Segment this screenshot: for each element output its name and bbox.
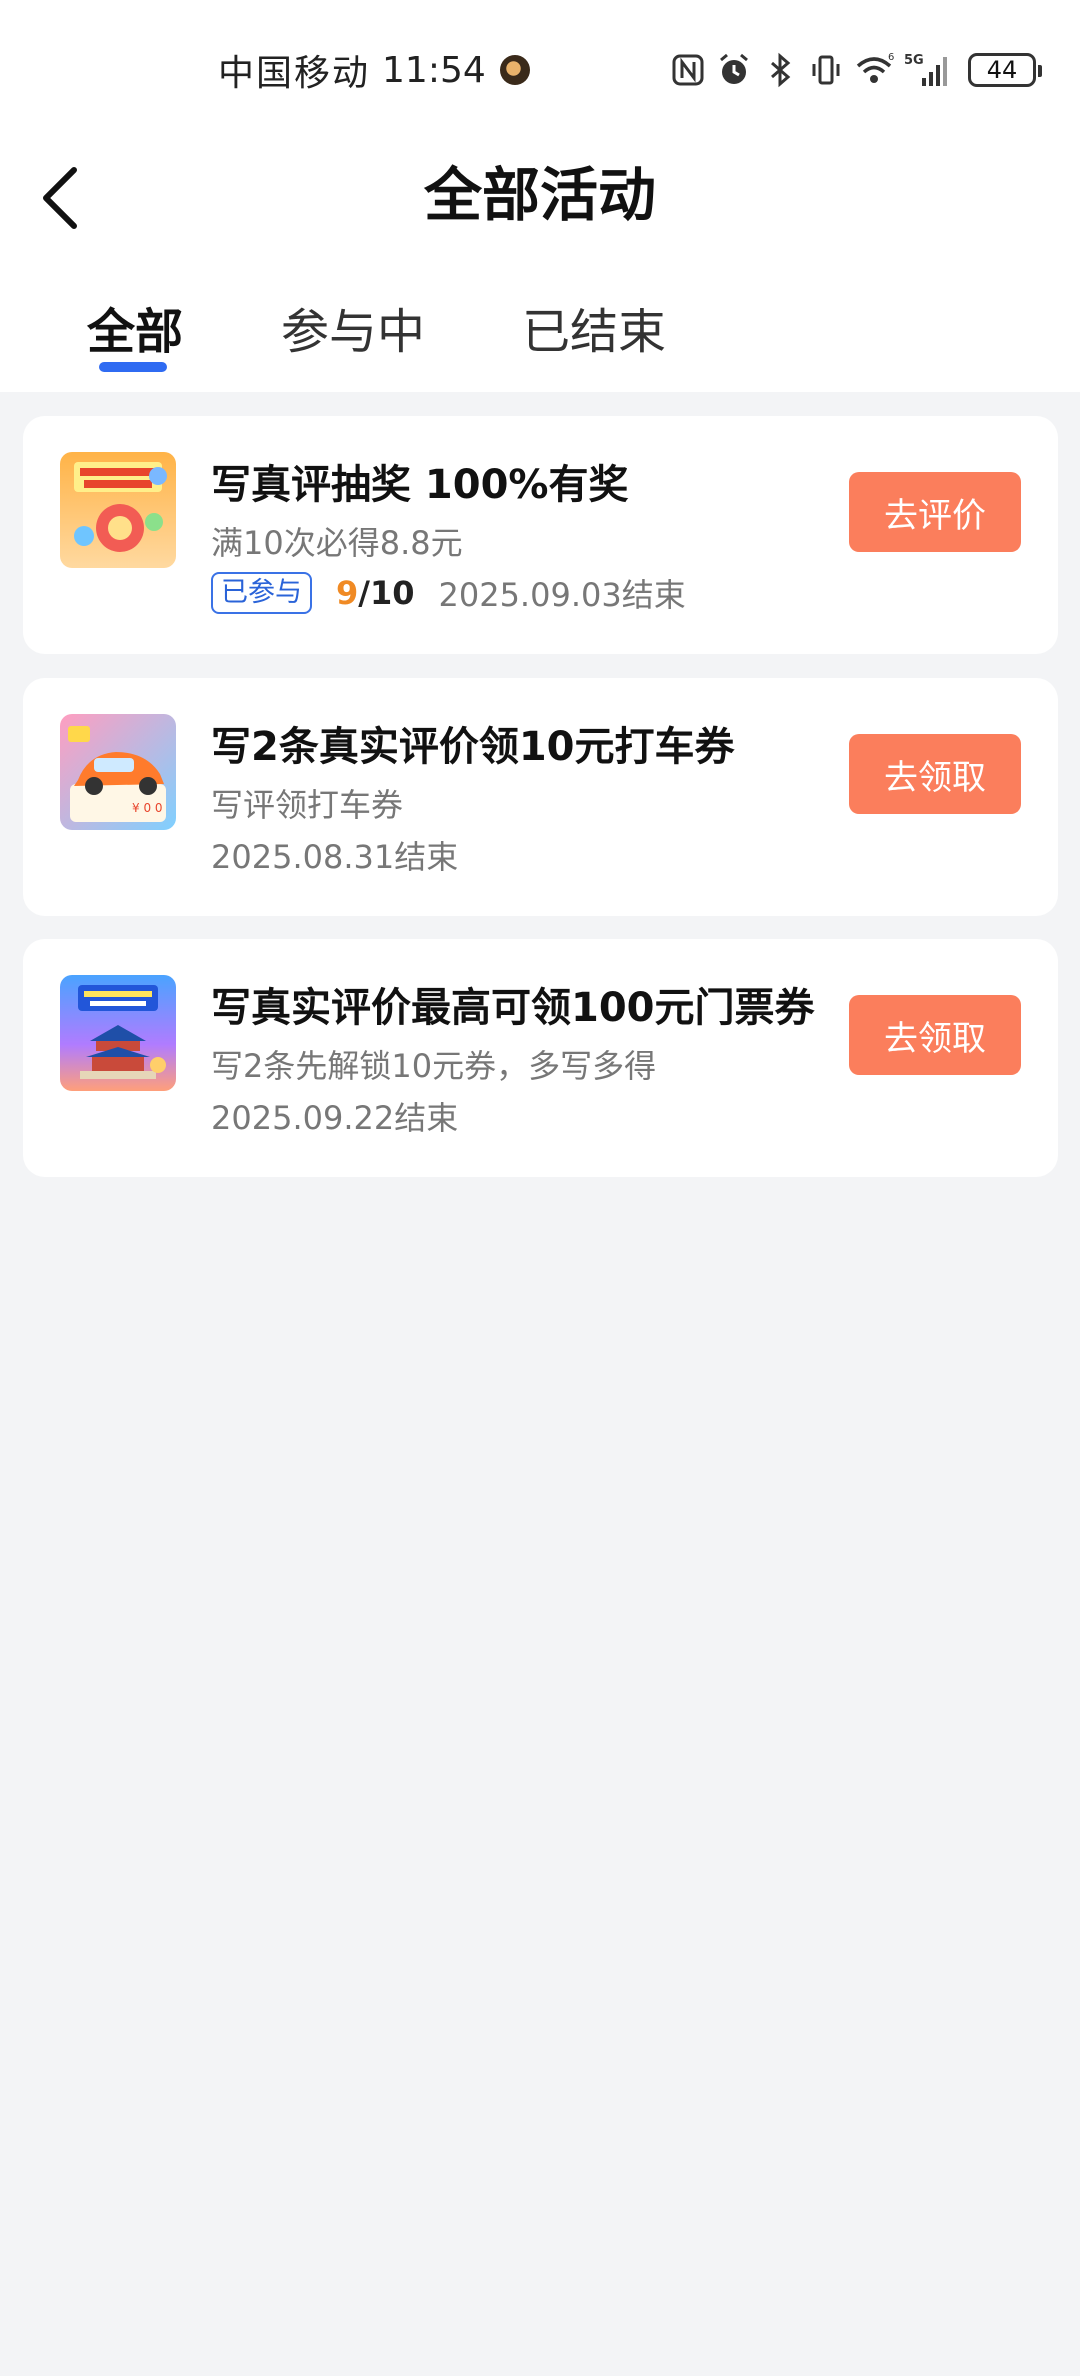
activity-title: 写真实评价最高可领100元门票券	[211, 985, 815, 1031]
participated-badge: 已参与	[211, 572, 312, 614]
activity-subtitle: 满10次必得8.8元	[211, 524, 463, 562]
clock-time: 11:54	[382, 49, 486, 91]
nfc-icon	[672, 54, 704, 86]
review-button[interactable]: 去评价	[849, 472, 1021, 552]
activity-card[interactable]: 写真评抽奖 100%有奖 满10次必得8.8元 已参与 9/10 2025.09…	[23, 416, 1058, 654]
status-right: 6 5G 44	[670, 44, 1042, 96]
activity-title: 写2条真实评价领10元打车券	[211, 724, 735, 770]
alarm-icon	[720, 53, 748, 84]
bluetooth-icon	[771, 52, 791, 88]
status-left: 中国移动 11:54	[218, 44, 530, 96]
tab-active-indicator	[99, 362, 167, 372]
claim-button[interactable]: 去领取	[849, 734, 1021, 814]
ticket-coupon-image	[60, 975, 176, 1091]
svg-text:¥ 0 0: ¥ 0 0	[132, 801, 163, 815]
progress-current: 9	[336, 574, 359, 612]
activity-progress: 9/10	[336, 574, 414, 612]
activity-meta: 2025.08.31结束	[211, 832, 458, 878]
page-title: 全部活动	[423, 161, 656, 229]
notification-app-icon	[499, 55, 530, 85]
activity-end-date: 2025.08.31结束	[211, 838, 459, 876]
car-coupon-image: ¥ 0 0	[60, 714, 176, 830]
activity-card[interactable]: 写真实评价最高可领100元门票券 写2条先解锁10元券，多写多得 2025.09…	[23, 939, 1058, 1177]
battery-level: 44	[986, 56, 1018, 84]
network-type-label: 5G	[904, 53, 924, 68]
activity-end-date: 2025.09.22结束	[211, 1099, 459, 1137]
wifi-sup: 6	[888, 52, 894, 63]
vibrate-icon	[812, 55, 840, 85]
progress-total: /10	[358, 574, 415, 612]
tab-ended[interactable]: 已结束	[522, 292, 666, 362]
activity-card[interactable]: ¥ 0 0 写2条真实评价领10元打车券 写评领打车券 2025.08.31结束…	[23, 678, 1058, 916]
claim-button[interactable]: 去领取	[849, 995, 1021, 1075]
activity-title: 写真评抽奖 100%有奖	[211, 462, 629, 508]
tab-participating[interactable]: 参与中	[281, 292, 425, 362]
tab-bar: 全部 参与中 已结束	[0, 270, 1080, 380]
battery-indicator: 44	[968, 53, 1042, 87]
activity-subtitle: 写2条先解锁10元券，多写多得	[211, 1047, 657, 1085]
lottery-banner-image	[60, 452, 176, 568]
activity-end-date: 2025.09.03结束	[438, 576, 686, 614]
status-bar: 中国移动 11:54 6 5G 44	[0, 0, 1080, 140]
activity-meta: 已参与 9/10 2025.09.03结束	[211, 570, 686, 616]
activity-subtitle: 写评领打车券	[211, 786, 404, 824]
carrier-name: 中国移动	[218, 53, 371, 94]
wifi-icon: 6	[856, 52, 894, 83]
tab-all[interactable]: 全部	[87, 292, 183, 362]
cellular-signal-icon: 5G	[904, 53, 947, 86]
header: 全部活动	[0, 140, 1080, 250]
activity-meta: 2025.09.22结束	[211, 1093, 458, 1139]
